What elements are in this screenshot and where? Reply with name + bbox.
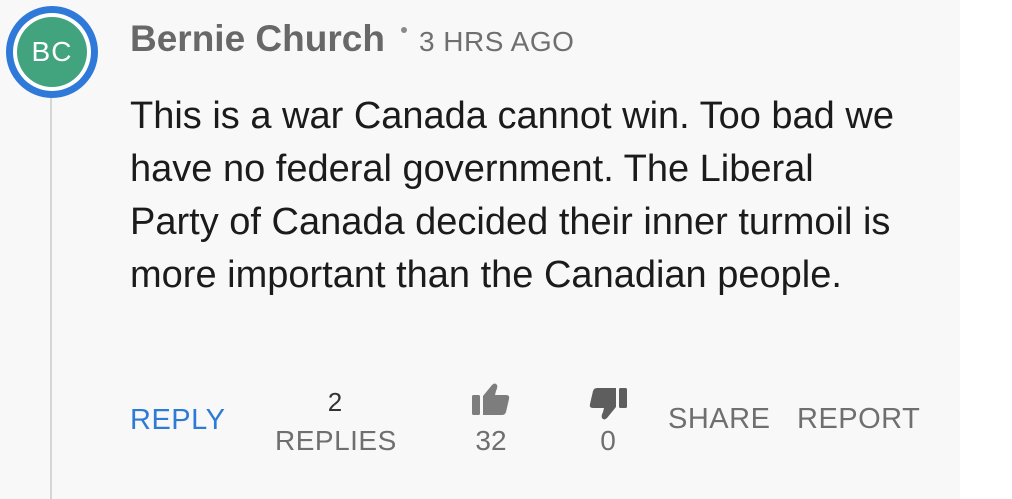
report-button[interactable]: REPORT	[797, 403, 920, 436]
comment-header: Bernie Church 3 HRS AGO	[130, 18, 574, 60]
separator-dot	[400, 27, 407, 33]
reply-button[interactable]: REPLY	[130, 404, 225, 437]
comment-card: BC Bernie Church 3 HRS AGO This is a war…	[0, 0, 960, 499]
share-button[interactable]: SHARE	[668, 403, 770, 436]
author-name[interactable]: Bernie Church	[130, 18, 385, 60]
thumbs-up-icon[interactable]	[471, 382, 511, 416]
dislike-count: 0	[600, 425, 616, 456]
replies-count: 2	[327, 387, 343, 417]
replies-label: REPLIES	[275, 425, 397, 456]
avatar[interactable]: BC	[6, 6, 98, 98]
like-count: 32	[475, 425, 507, 456]
thumbs-down-icon[interactable]	[588, 387, 628, 421]
thread-line	[50, 82, 52, 499]
comment-body: This is a war Canada cannot win. Too bad…	[130, 95, 894, 296]
timestamp: 3 HRS AGO	[418, 26, 575, 57]
avatar-ring: BC	[13, 13, 91, 91]
avatar-initials: BC	[17, 17, 87, 87]
